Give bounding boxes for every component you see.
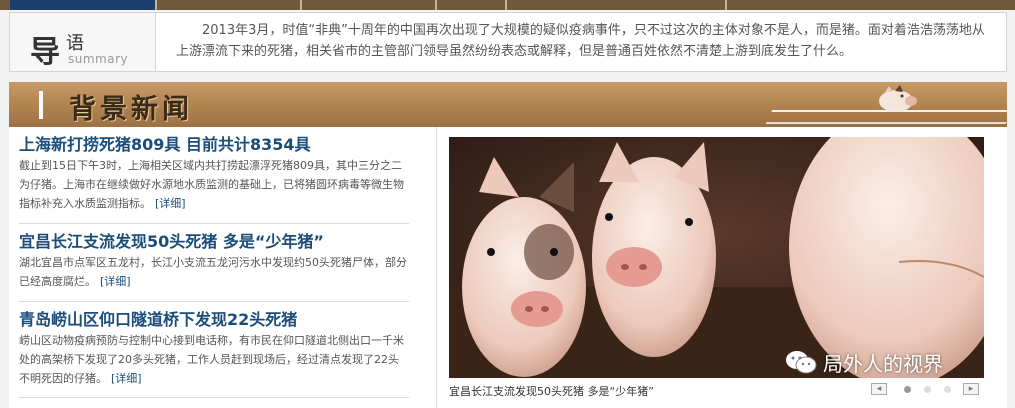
news-summary: 湖北宜昌市点军区五龙村，长江小支流五龙河污水中发现约50头死猪尸体，部分已经高度…: [19, 253, 409, 291]
summary-box: 导 语 summary 2013年3月，时值“非典”十周年的中国再次出现了大规模…: [9, 12, 1007, 72]
list-item: 青岛崂山区仰口隧道桥下发现22头死猪 崂山区动物疫病预防与控制中心接到电话称，有…: [19, 310, 409, 398]
slideshow-pager: ◂ ▸: [871, 381, 981, 397]
top-nav-separator: [435, 0, 437, 10]
next-slide-button[interactable]: ▸: [963, 383, 979, 395]
more-link[interactable]: [详细]: [111, 372, 142, 385]
more-link[interactable]: [详细]: [155, 197, 186, 210]
news-title-link[interactable]: 上海新打捞死猪809具 目前共计8354具: [19, 135, 409, 155]
news-title-link[interactable]: 青岛崂山区仰口隧道桥下发现22头死猪: [19, 310, 409, 330]
news-body-text: 湖北宜昌市点军区五龙村，长江小支流五龙河污水中发现约50头死猪尸体，部分已经高度…: [19, 256, 407, 288]
slide-dot-3[interactable]: [944, 386, 951, 393]
list-item: 上海新打捞死猪809具 目前共计8354具 截止到15日下午3时，上海相关区域内…: [19, 135, 409, 224]
top-nav-separator: [725, 0, 727, 10]
top-nav-active-segment[interactable]: [10, 0, 155, 10]
slide-dot-2[interactable]: [924, 386, 931, 393]
news-summary: 截止到15日下午3时，上海相关区域内共打捞起漂浮死猪809具，其中三分之二为仔猪…: [19, 156, 409, 213]
pig-icon: [879, 85, 917, 112]
top-nav-strip: [0, 0, 1015, 10]
banner-marker: [39, 91, 43, 119]
news-body-text: 崂山区动物疫病预防与控制中心接到电话称，有市民在仰口隧道北侧出口一千米处的高架桥…: [19, 334, 404, 385]
news-title-link[interactable]: 宜昌长江支流发现50头死猪 多是“少年猪”: [19, 232, 409, 252]
piglets-photo: [449, 137, 984, 378]
summary-text: 2013年3月，时值“非典”十周年的中国再次出现了大规模的疑似疫病事件，只不过这…: [176, 23, 985, 59]
background-news-banner: 背景新闻: [9, 82, 1007, 127]
top-nav-separator: [300, 0, 302, 10]
news-body-text: 截止到15日下午3时，上海相关区域内共打捞起漂浮死猪809具，其中三分之二为仔猪…: [19, 159, 404, 210]
more-link[interactable]: [详细]: [100, 275, 131, 288]
news-list: 上海新打捞死猪809具 目前共计8354具 截止到15日下午3时，上海相关区域内…: [9, 127, 409, 408]
banner-title: 背景新闻: [69, 94, 193, 125]
slideshow-image[interactable]: [449, 137, 984, 378]
prev-slide-button[interactable]: ◂: [871, 383, 887, 395]
list-item: 宜昌长江支流发现50头死猪 多是“少年猪” 湖北宜昌市点军区五龙村，长江小支流五…: [19, 232, 409, 302]
slide-dot-1[interactable]: [904, 386, 911, 393]
summary-label-zh-big: 导: [30, 35, 60, 70]
wechat-icon: [786, 351, 817, 374]
column-divider: [436, 127, 437, 408]
news-summary: 崂山区动物疫病预防与控制中心接到电话称，有市民在仰口隧道北侧出口一千米处的高架桥…: [19, 331, 409, 388]
slideshow-caption: 宜昌长江支流发现50头死猪 多是“少年猪”: [449, 385, 654, 398]
top-nav-separator: [155, 0, 157, 10]
watermark: 局外人的视界: [785, 345, 943, 379]
watermark-text: 局外人的视界: [823, 351, 943, 376]
summary-label-en: summary: [68, 52, 129, 66]
top-nav-separator: [505, 0, 507, 10]
summary-label: 导 语 summary: [10, 13, 156, 71]
